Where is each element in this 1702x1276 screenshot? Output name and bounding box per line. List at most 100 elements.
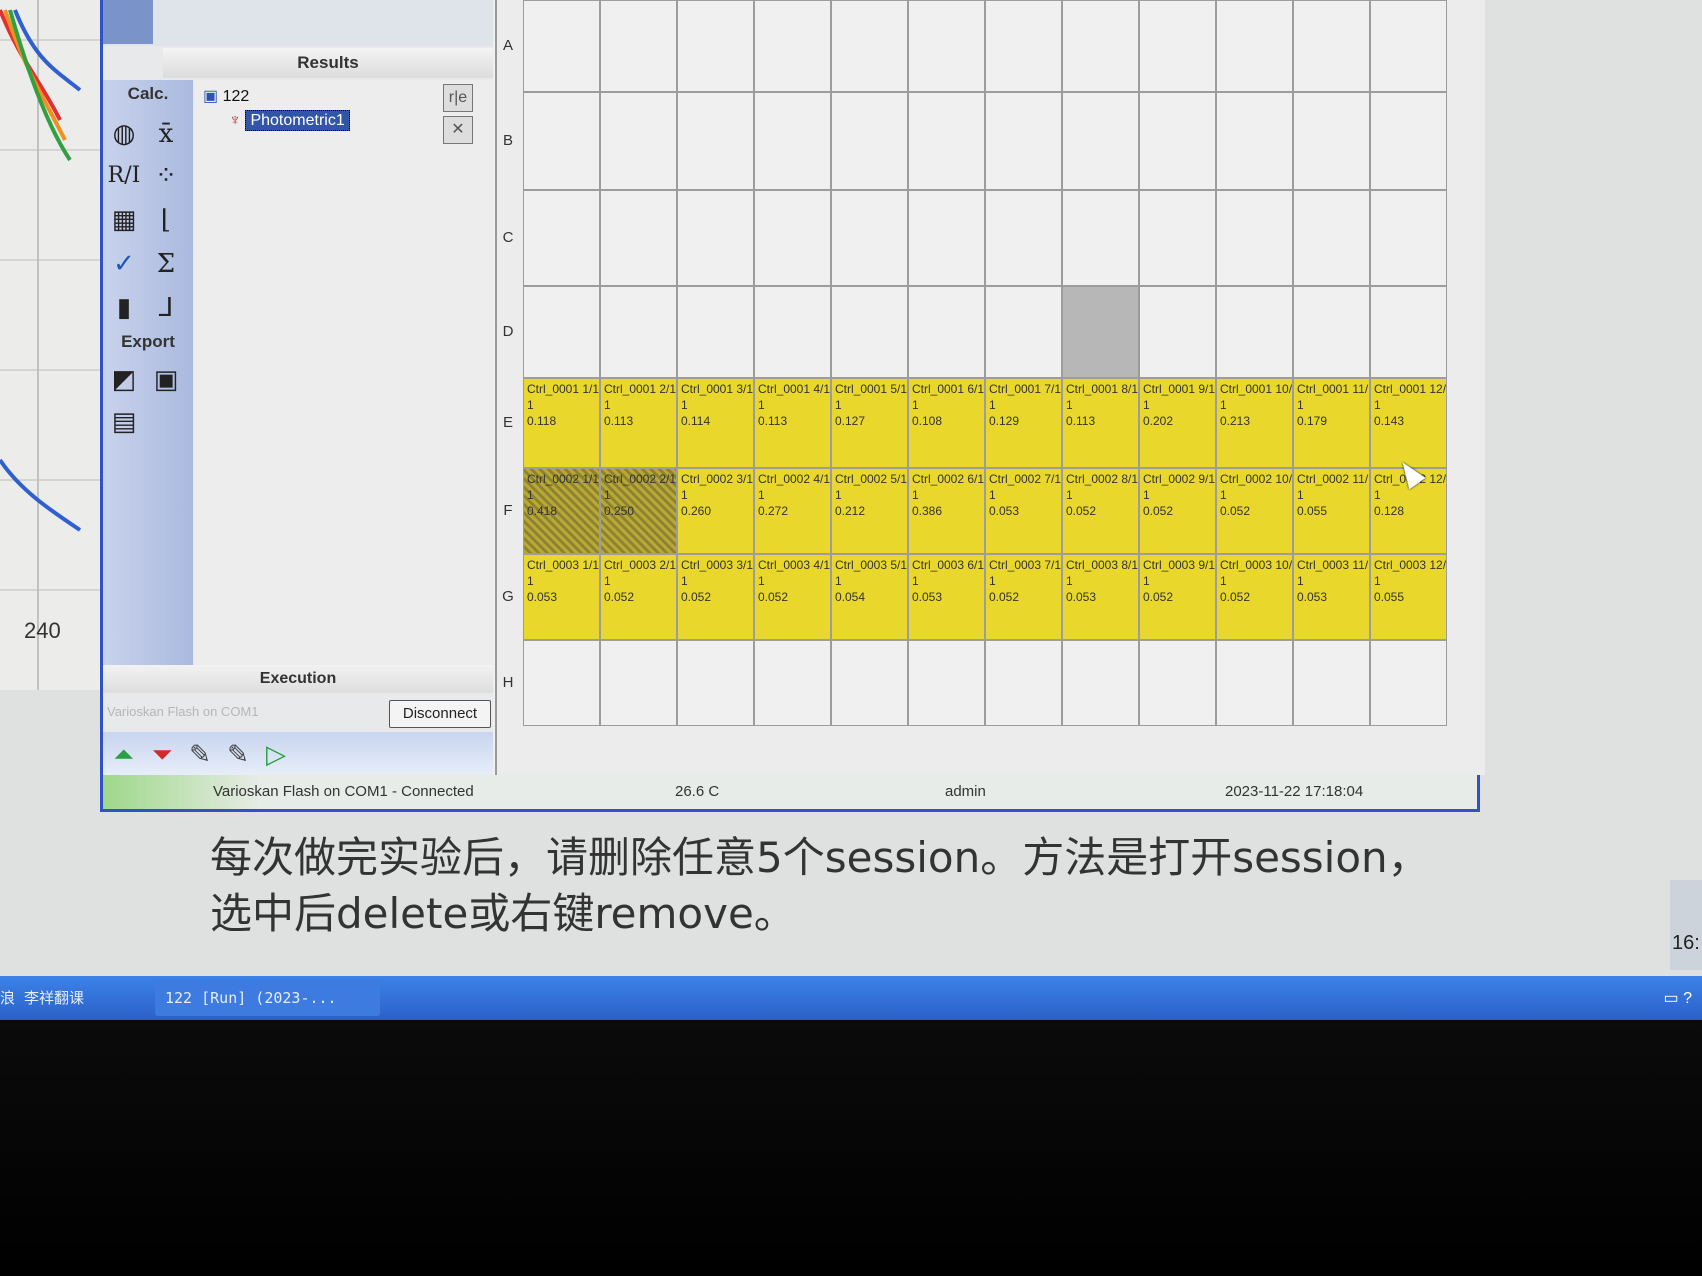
well-D11[interactable] <box>1293 286 1370 378</box>
well-G4[interactable]: Ctrl_0003 4/1 1 0.052 <box>754 554 831 640</box>
well-E1[interactable]: Ctrl_0001 1/1 1 0.118 <box>523 378 600 468</box>
well-H10[interactable] <box>1216 640 1293 726</box>
curve-fit-icon[interactable]: ⁘ <box>147 158 185 194</box>
taskbar-task-button[interactable]: 122 [Run] (2023-... <box>155 980 380 1016</box>
well-B5[interactable] <box>831 92 908 190</box>
bar-chart-icon[interactable]: ▮ <box>105 290 143 326</box>
well-F8[interactable]: Ctrl_0002 8/1 1 0.052 <box>1062 468 1139 554</box>
well-B10[interactable] <box>1216 92 1293 190</box>
well-B9[interactable] <box>1139 92 1216 190</box>
well-H12[interactable] <box>1370 640 1447 726</box>
well-C11[interactable] <box>1293 190 1370 286</box>
well-H4[interactable] <box>754 640 831 726</box>
well-G3[interactable]: Ctrl_0003 3/1 1 0.052 <box>677 554 754 640</box>
well-C4[interactable] <box>754 190 831 286</box>
dispenser-icon[interactable]: ✎ <box>183 738 217 770</box>
well-F7[interactable]: Ctrl_0002 7/1 1 0.053 <box>985 468 1062 554</box>
well-C3[interactable] <box>677 190 754 286</box>
well-G12[interactable]: Ctrl_0003 12/1 0.055 <box>1370 554 1447 640</box>
well-D7[interactable] <box>985 286 1062 378</box>
well-A6[interactable] <box>908 0 985 92</box>
well-F1[interactable]: Ctrl_0002 1/1 1 0.418 <box>523 468 600 554</box>
well-G2[interactable]: Ctrl_0003 2/1 1 0.052 <box>600 554 677 640</box>
well-B7[interactable] <box>985 92 1062 190</box>
well-H7[interactable] <box>985 640 1062 726</box>
well-E3[interactable]: Ctrl_0001 3/1 1 0.114 <box>677 378 754 468</box>
well-A4[interactable] <box>754 0 831 92</box>
mean-icon[interactable]: x̄ <box>147 116 185 152</box>
properties-icon[interactable]: r|e <box>443 84 473 112</box>
well-F11[interactable]: Ctrl_0002 11/1 0.055 <box>1293 468 1370 554</box>
ratio-icon[interactable]: R/I <box>105 158 143 194</box>
kinetic-icon[interactable]: ⅃ <box>147 290 185 326</box>
tree-node-step[interactable]: ♆ Photometric1 <box>229 110 350 131</box>
well-B11[interactable] <box>1293 92 1370 190</box>
well-F10[interactable]: Ctrl_0002 10/1 0.052 <box>1216 468 1293 554</box>
well-F5[interactable]: Ctrl_0002 5/1 1 0.212 <box>831 468 908 554</box>
run-icon[interactable]: ▷ <box>259 738 293 770</box>
eject-plate-icon[interactable]: ⏷ <box>145 738 179 770</box>
well-A5[interactable] <box>831 0 908 92</box>
well-F6[interactable]: Ctrl_0002 6/1 1 0.386 <box>908 468 985 554</box>
well-C12[interactable] <box>1370 190 1447 286</box>
load-plate-icon[interactable]: ⏶ <box>107 738 141 770</box>
well-D8[interactable] <box>1062 286 1139 378</box>
well-B12[interactable] <box>1370 92 1447 190</box>
well-D4[interactable] <box>754 286 831 378</box>
well-G6[interactable]: Ctrl_0003 6/1 1 0.053 <box>908 554 985 640</box>
well-D9[interactable] <box>1139 286 1216 378</box>
well-H8[interactable] <box>1062 640 1139 726</box>
well-A1[interactable] <box>523 0 600 92</box>
top-tab[interactable] <box>103 0 153 44</box>
well-H11[interactable] <box>1293 640 1370 726</box>
well-B8[interactable] <box>1062 92 1139 190</box>
well-G5[interactable]: Ctrl_0003 5/1 1 0.054 <box>831 554 908 640</box>
well-F9[interactable]: Ctrl_0002 9/1 1 0.052 <box>1139 468 1216 554</box>
well-C8[interactable] <box>1062 190 1139 286</box>
well-D2[interactable] <box>600 286 677 378</box>
well-E4[interactable]: Ctrl_0001 4/1 1 0.113 <box>754 378 831 468</box>
save-icon[interactable]: ▣ <box>147 362 185 398</box>
well-D6[interactable] <box>908 286 985 378</box>
blank-icon[interactable]: ◍ <box>105 116 143 152</box>
well-G10[interactable]: Ctrl_0003 10/1 0.052 <box>1216 554 1293 640</box>
well-B1[interactable] <box>523 92 600 190</box>
well-F3[interactable]: Ctrl_0002 3/1 1 0.260 <box>677 468 754 554</box>
well-A12[interactable] <box>1370 0 1447 92</box>
instrument-select[interactable]: Varioskan Flash on COM1 <box>105 700 387 724</box>
qc-icon[interactable]: ✓ <box>105 246 143 282</box>
well-E11[interactable]: Ctrl_0001 11/1 0.179 <box>1293 378 1370 468</box>
well-A3[interactable] <box>677 0 754 92</box>
dispenser2-icon[interactable]: ✎ <box>221 738 255 770</box>
plate-layout-icon[interactable]: ▦ <box>105 202 143 238</box>
disconnect-button[interactable]: Disconnect <box>389 700 491 728</box>
close-icon[interactable]: ✕ <box>443 116 473 144</box>
well-C6[interactable] <box>908 190 985 286</box>
tray-icon[interactable]: ▭ ? <box>1664 988 1692 1008</box>
well-D3[interactable] <box>677 286 754 378</box>
well-E9[interactable]: Ctrl_0001 9/1 1 0.202 <box>1139 378 1216 468</box>
well-C2[interactable] <box>600 190 677 286</box>
well-E5[interactable]: Ctrl_0001 5/1 1 0.127 <box>831 378 908 468</box>
well-E2[interactable]: Ctrl_0001 2/1 1 0.113 <box>600 378 677 468</box>
well-A9[interactable] <box>1139 0 1216 92</box>
well-G9[interactable]: Ctrl_0003 9/1 1 0.052 <box>1139 554 1216 640</box>
well-H3[interactable] <box>677 640 754 726</box>
well-D10[interactable] <box>1216 286 1293 378</box>
well-A8[interactable] <box>1062 0 1139 92</box>
well-E6[interactable]: Ctrl_0001 6/1 1 0.108 <box>908 378 985 468</box>
well-A7[interactable] <box>985 0 1062 92</box>
well-H5[interactable] <box>831 640 908 726</box>
ed-icon[interactable]: ⌊ <box>147 202 185 238</box>
well-E8[interactable]: Ctrl_0001 8/1 1 0.113 <box>1062 378 1139 468</box>
well-H6[interactable] <box>908 640 985 726</box>
well-B6[interactable] <box>908 92 985 190</box>
well-H9[interactable] <box>1139 640 1216 726</box>
well-G7[interactable]: Ctrl_0003 7/1 1 0.052 <box>985 554 1062 640</box>
well-D1[interactable] <box>523 286 600 378</box>
well-A11[interactable] <box>1293 0 1370 92</box>
export-excel-icon[interactable]: ◩ <box>105 362 143 398</box>
well-F4[interactable]: Ctrl_0002 4/1 1 0.272 <box>754 468 831 554</box>
well-E7[interactable]: Ctrl_0001 7/1 1 0.129 <box>985 378 1062 468</box>
report-icon[interactable]: ▤ <box>105 404 143 440</box>
